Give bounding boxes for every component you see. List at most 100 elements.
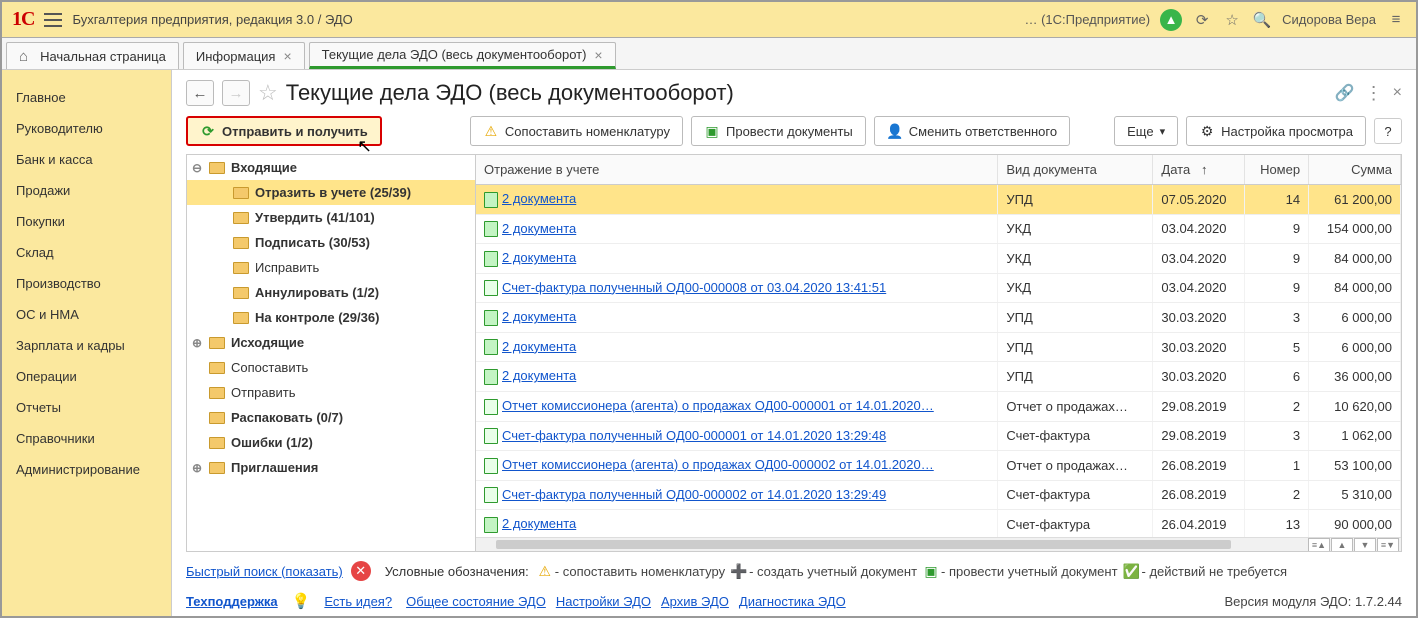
match-nomenclature-button[interactable]: ⚠ Сопоставить номенклатуру: [470, 116, 683, 146]
scroll-thumb[interactable]: [496, 540, 1231, 549]
sidenav-item[interactable]: Руководителю: [2, 113, 171, 144]
user-menu-icon[interactable]: ≡: [1386, 10, 1406, 30]
folder-tree[interactable]: ⊖ВходящиеОтразить в учете (25/39)Утверди…: [186, 154, 476, 552]
document-link[interactable]: 2 документа: [502, 309, 576, 324]
tab[interactable]: Текущие дела ЭДО (весь документооборот)×: [309, 42, 616, 69]
tree-row[interactable]: На контроле (29/36): [187, 305, 475, 330]
grid-column-header[interactable]: Отражение в учете: [476, 155, 998, 185]
document-link[interactable]: 2 документа: [502, 191, 576, 206]
tree-expander-icon[interactable]: ⊕: [191, 461, 203, 475]
table-row[interactable]: Счет-фактура полученный ОД00-000002 от 1…: [476, 480, 1401, 510]
table-row[interactable]: Счет-фактура полученный ОД00-000001 от 1…: [476, 421, 1401, 451]
nav-forward-button[interactable]: →: [222, 80, 250, 106]
support-link[interactable]: Техподдержка: [186, 594, 278, 609]
more-button[interactable]: Еще ▾: [1114, 116, 1178, 146]
send-receive-button[interactable]: ⟳ Отправить и получить: [186, 116, 382, 146]
close-button[interactable]: ×: [1393, 84, 1402, 102]
favorite-star-icon[interactable]: ☆: [258, 80, 278, 106]
close-icon[interactable]: ×: [594, 47, 602, 63]
post-documents-button[interactable]: ▣ Провести документы: [691, 116, 866, 146]
document-link[interactable]: Счет-фактура полученный ОД00-000002 от 1…: [502, 487, 886, 502]
help-button[interactable]: ?: [1374, 118, 1402, 144]
grid-down-icon[interactable]: ▼: [1354, 538, 1376, 552]
tree-row[interactable]: ⊕Приглашения: [187, 455, 475, 480]
document-link[interactable]: Счет-фактура полученный ОД00-000008 от 0…: [502, 280, 886, 295]
grid-hscroll[interactable]: ≡▲ ▲ ▼ ≡▼: [476, 537, 1401, 551]
table-row[interactable]: Счет-фактура полученный ОД00-000008 от 0…: [476, 273, 1401, 303]
tab[interactable]: Информация×: [183, 42, 305, 69]
search-icon[interactable]: 🔍: [1252, 10, 1272, 30]
sidenav-item[interactable]: Производство: [2, 268, 171, 299]
favorites-icon[interactable]: ☆: [1222, 10, 1242, 30]
grid-last-icon[interactable]: ≡▼: [1377, 538, 1399, 552]
tree-row[interactable]: Утвердить (41/101): [187, 205, 475, 230]
change-responsible-button[interactable]: 👤 Сменить ответственного: [874, 116, 1070, 146]
table-row[interactable]: Отчет комиссионера (агента) о продажах О…: [476, 391, 1401, 421]
tree-row[interactable]: ⊕Исходящие: [187, 330, 475, 355]
document-link[interactable]: 2 документа: [502, 339, 576, 354]
tree-row[interactable]: Ошибки (1/2): [187, 430, 475, 455]
document-link[interactable]: Счет-фактура полученный ОД00-000001 от 1…: [502, 428, 886, 443]
tree-expander-icon[interactable]: ⊕: [191, 336, 203, 350]
document-link[interactable]: Отчет комиссионера (агента) о продажах О…: [502, 398, 934, 413]
sidenav-item[interactable]: Отчеты: [2, 392, 171, 423]
table-row[interactable]: Отчет комиссионера (агента) о продажах О…: [476, 451, 1401, 481]
document-grid[interactable]: Отражение в учетеВид документаДата ↑Номе…: [476, 155, 1401, 537]
table-row[interactable]: 2 документаУПД30.03.202056 000,00: [476, 332, 1401, 362]
footer-link[interactable]: Архив ЭДО: [661, 594, 729, 609]
tree-row[interactable]: Распаковать (0/7): [187, 405, 475, 430]
quick-search-link[interactable]: Быстрый поиск (показать): [186, 564, 343, 579]
grid-up-icon[interactable]: ▲: [1331, 538, 1353, 552]
footer-link[interactable]: Общее состояние ЭДО: [406, 594, 546, 609]
document-link[interactable]: 2 документа: [502, 221, 576, 236]
tree-row[interactable]: Сопоставить: [187, 355, 475, 380]
grid-column-header[interactable]: Вид документа: [998, 155, 1153, 185]
tree-row[interactable]: Исправить: [187, 255, 475, 280]
document-link[interactable]: Отчет комиссионера (агента) о продажах О…: [502, 457, 934, 472]
document-link[interactable]: 2 документа: [502, 250, 576, 265]
tree-row[interactable]: Отправить: [187, 380, 475, 405]
table-row[interactable]: 2 документаУПД30.03.2020636 000,00: [476, 362, 1401, 392]
sidenav-item[interactable]: Продажи: [2, 175, 171, 206]
grid-first-icon[interactable]: ≡▲: [1308, 538, 1330, 552]
sidenav-item[interactable]: Покупки: [2, 206, 171, 237]
sidenav-item[interactable]: ОС и НМА: [2, 299, 171, 330]
tree-row[interactable]: Аннулировать (1/2): [187, 280, 475, 305]
table-row[interactable]: 2 документаУПД30.03.202036 000,00: [476, 303, 1401, 333]
footer-link[interactable]: Настройки ЭДО: [556, 594, 651, 609]
sidenav-item[interactable]: Зарплата и кадры: [2, 330, 171, 361]
table-row[interactable]: 2 документаУКД03.04.2020984 000,00: [476, 244, 1401, 274]
tree-row[interactable]: Подписать (30/53): [187, 230, 475, 255]
tree-expander-icon[interactable]: ⊖: [191, 161, 203, 175]
idea-link[interactable]: Есть идея?: [324, 594, 392, 609]
sidenav-item[interactable]: Главное: [2, 82, 171, 113]
nav-back-button[interactable]: ←: [186, 80, 214, 106]
tree-row[interactable]: ⊖Входящие: [187, 155, 475, 180]
close-icon[interactable]: ×: [283, 48, 291, 64]
clear-search-icon[interactable]: ✕: [351, 561, 371, 581]
legend-item: ➕- создать учетный документ: [731, 563, 917, 579]
sidenav-item[interactable]: Справочники: [2, 423, 171, 454]
main-menu-icon[interactable]: [44, 13, 62, 27]
document-link[interactable]: 2 документа: [502, 368, 576, 383]
footer-link[interactable]: Диагностика ЭДО: [739, 594, 846, 609]
table-row[interactable]: 2 документаУКД03.04.20209154 000,00: [476, 214, 1401, 244]
user-name[interactable]: Сидорова Вера: [1282, 12, 1376, 27]
grid-column-header[interactable]: Номер: [1245, 155, 1309, 185]
sidenav-item[interactable]: Администрирование: [2, 454, 171, 485]
sidenav-item[interactable]: Банк и касса: [2, 144, 171, 175]
sidenav-item[interactable]: Операции: [2, 361, 171, 392]
document-link[interactable]: 2 документа: [502, 516, 576, 531]
tree-row[interactable]: Отразить в учете (25/39): [187, 180, 475, 205]
history-icon[interactable]: ⟳: [1192, 10, 1212, 30]
notifications-icon[interactable]: ▲: [1160, 9, 1182, 31]
table-row[interactable]: 2 документаУПД07.05.20201461 200,00: [476, 185, 1401, 215]
tab[interactable]: Начальная страница: [6, 42, 179, 69]
kebab-menu-icon[interactable]: ⋮: [1365, 83, 1383, 104]
grid-column-header[interactable]: Сумма: [1309, 155, 1401, 185]
sidenav-item[interactable]: Склад: [2, 237, 171, 268]
table-row[interactable]: 2 документаСчет-фактура26.04.20191390 00…: [476, 510, 1401, 537]
grid-column-header[interactable]: Дата ↑: [1153, 155, 1245, 185]
link-icon[interactable]: 🔗: [1335, 83, 1355, 103]
view-settings-button[interactable]: ⚙ Настройка просмотра: [1186, 116, 1366, 146]
